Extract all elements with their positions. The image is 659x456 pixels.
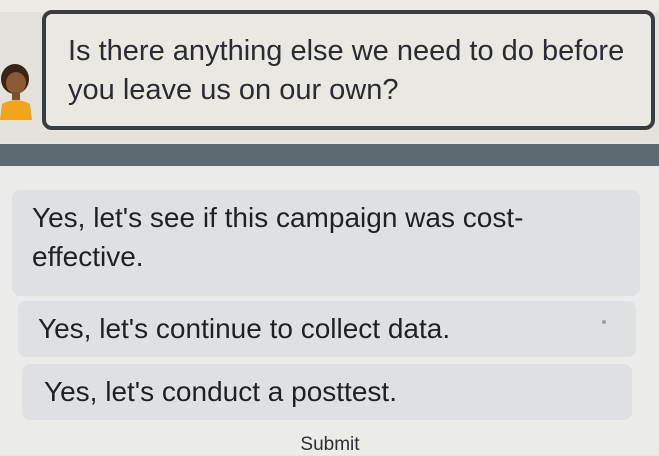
question-bubble: Is there anything else we need to do bef… [42,10,655,130]
option-collect-data[interactable]: Yes, let's continue to collect data. [18,301,636,357]
divider-bar [0,144,659,166]
option-label: Yes, let's see if this campaign was cost… [32,202,524,272]
submit-button[interactable]: Submit [284,434,376,456]
decorative-dot [602,320,606,324]
option-label: Yes, let's continue to collect data. [38,313,451,344]
option-posttest[interactable]: Yes, let's conduct a posttest. [22,364,632,420]
option-cost-effective[interactable]: Yes, let's see if this campaign was cost… [12,190,640,296]
person-avatar-icon [0,64,32,120]
question-text: Is there anything else we need to do bef… [68,35,625,106]
option-label: Yes, let's conduct a posttest. [44,376,397,407]
